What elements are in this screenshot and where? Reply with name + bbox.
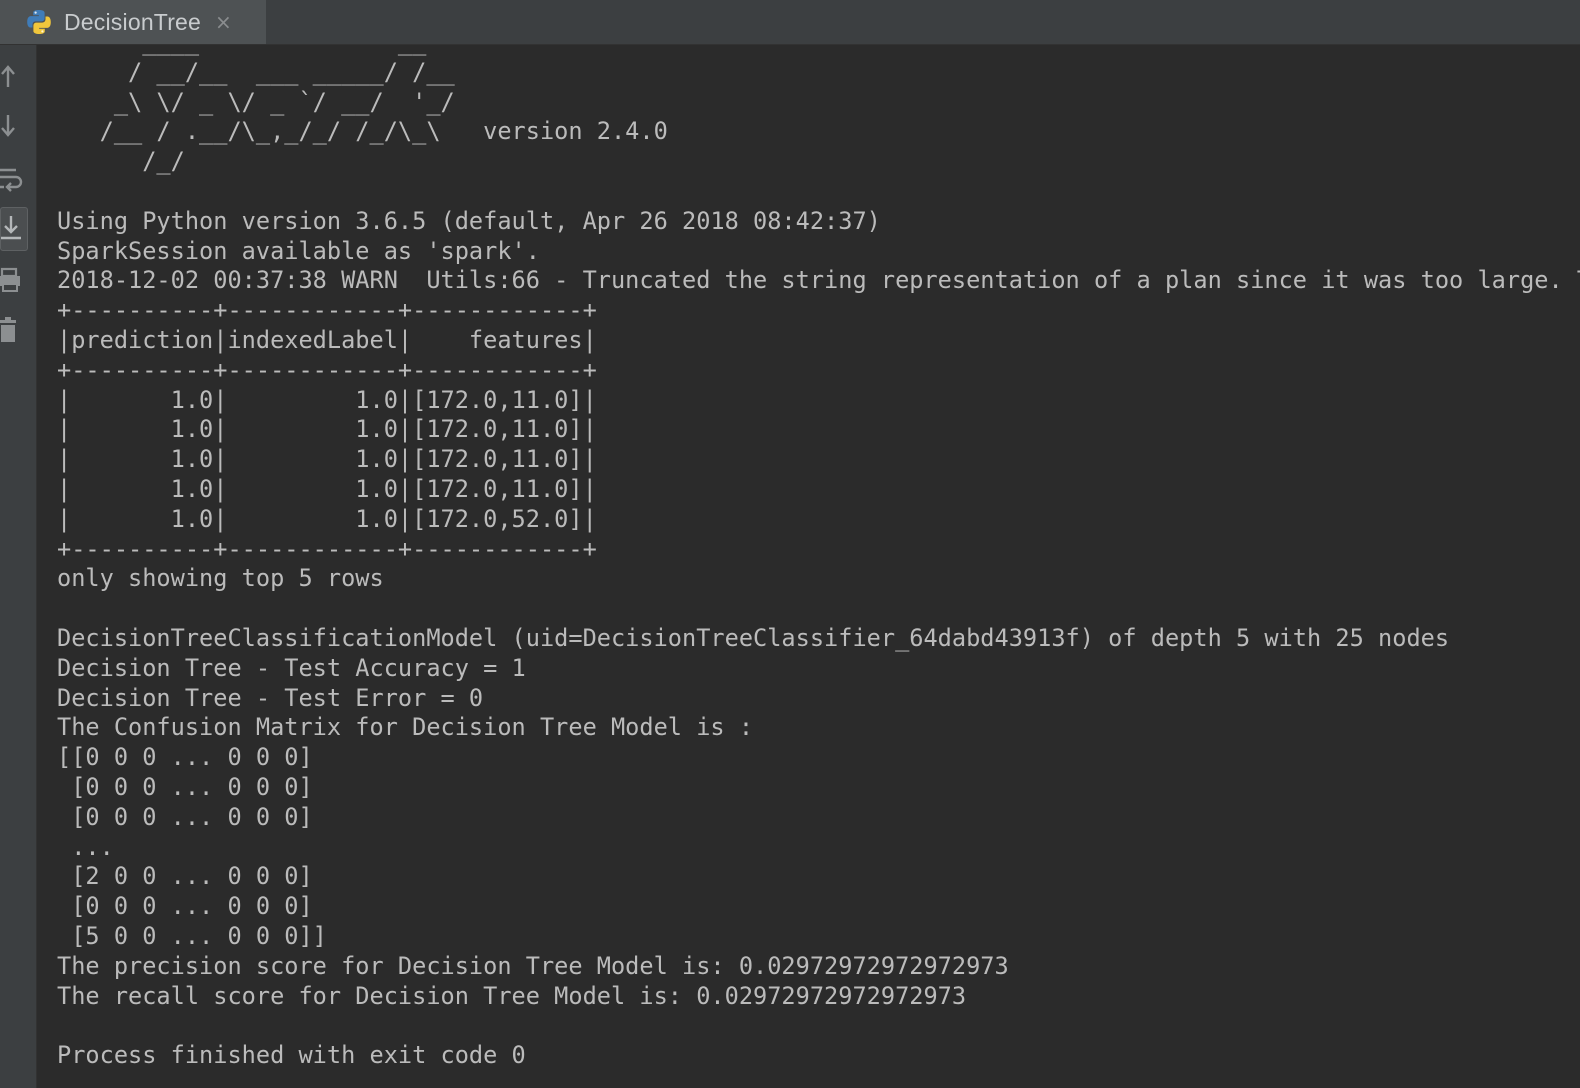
console-line: +----------+------------+------------+	[57, 534, 597, 563]
console-line: [[0 0 0 ... 0 0 0]	[57, 743, 313, 772]
console-line: +----------+------------+------------+	[57, 296, 597, 325]
console-line: Decision Tree - Test Error = 0	[57, 683, 484, 712]
python-icon	[27, 10, 51, 34]
console-line: [5 0 0 ... 0 0 0]]	[57, 921, 327, 950]
console-line: [0 0 0 ... 0 0 0]	[57, 802, 313, 831]
console-line: | 1.0| 1.0|[172.0,11.0]|	[57, 445, 597, 474]
console-line: /__ / .__/\_,_/_/ /_/\_\ version 2.4.0	[57, 117, 668, 146]
console-line: The recall score for Decision Tree Model…	[57, 981, 967, 1010]
console-line: /_/	[57, 147, 185, 176]
console-line: [0 0 0 ... 0 0 0]	[57, 772, 313, 801]
console-line: DecisionTreeClassificationModel (uid=Dec…	[57, 623, 1450, 652]
arrow-up-icon[interactable]	[0, 61, 26, 91]
console-line: SparkSession available as 'spark'.	[57, 236, 540, 265]
print-icon[interactable]	[0, 265, 26, 295]
ide-window: DecisionTree × ____ __ / __/__ ___ _____…	[0, 0, 1580, 1088]
console-line: | 1.0| 1.0|[172.0,11.0]|	[57, 474, 597, 503]
console-line: |prediction|indexedLabel| features|	[57, 325, 597, 354]
console-line: / __/__ ___ _____/ /__	[57, 57, 455, 86]
console-line: 2018-12-02 00:37:38 WARN Utils:66 - Trun…	[57, 266, 1580, 295]
soft-wrap-icon[interactable]	[0, 163, 26, 193]
console-line: Decision Tree - Test Accuracy = 1	[57, 653, 526, 682]
console-line: ...	[57, 832, 114, 861]
console-line: _\ \/ _ \/ _ `/ __/ '_/	[57, 87, 455, 116]
console-line: Process finished with exit code 0	[57, 1041, 526, 1070]
console-line: Using Python version 3.6.5 (default, Apr…	[57, 206, 881, 235]
console-output: ____ __ / __/__ ___ _____/ /__ _\ \/ _ \…	[57, 28, 1580, 1071]
console-line: | 1.0| 1.0|[172.0,52.0]|	[57, 504, 597, 533]
console-line: ____ __	[57, 28, 427, 56]
console-line: The Confusion Matrix for Decision Tree M…	[57, 713, 754, 742]
console-line: | 1.0| 1.0|[172.0,11.0]|	[57, 385, 597, 414]
arrow-down-icon[interactable]	[0, 111, 26, 141]
console-line: [2 0 0 ... 0 0 0]	[57, 862, 313, 891]
scroll-to-end-icon[interactable]	[0, 207, 28, 251]
console-line: +----------+------------+------------+	[57, 355, 597, 384]
console-line: | 1.0| 1.0|[172.0,11.0]|	[57, 415, 597, 444]
trash-icon[interactable]	[0, 315, 26, 345]
console-line: only showing top 5 rows	[57, 564, 384, 593]
console-line: The precision score for Decision Tree Mo…	[57, 951, 1009, 980]
console-line: [0 0 0 ... 0 0 0]	[57, 892, 313, 921]
console-toolbar	[0, 45, 37, 1088]
